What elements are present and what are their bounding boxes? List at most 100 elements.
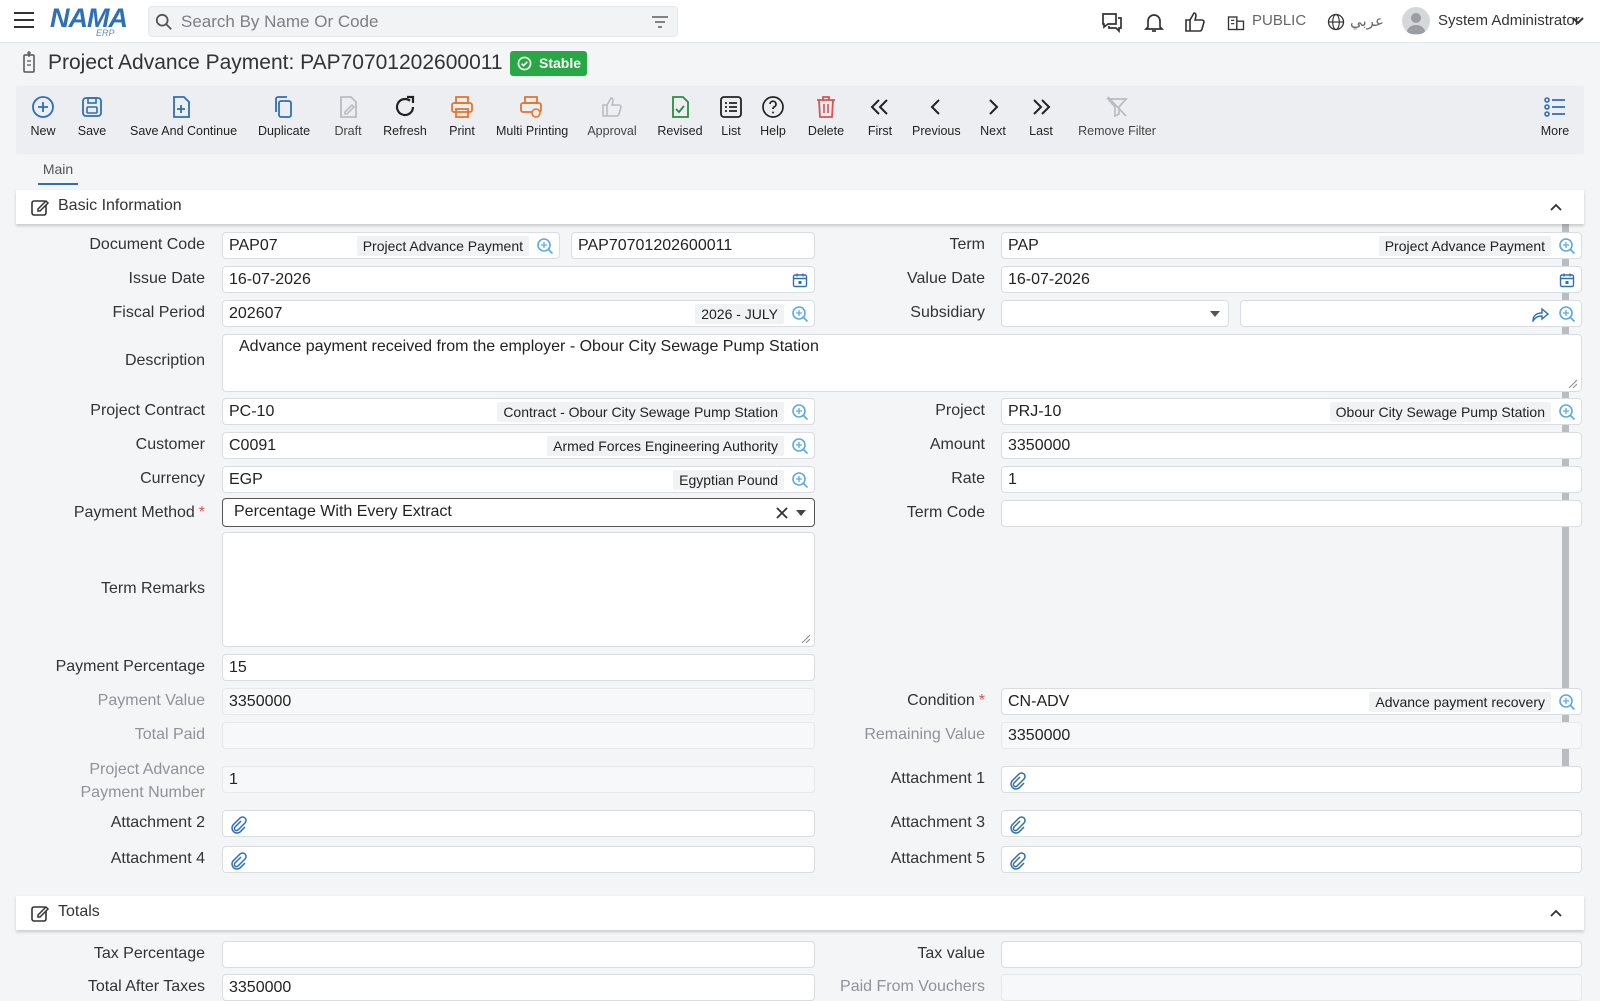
rate-label: Rate — [951, 470, 985, 487]
section-totals[interactable]: Totals — [16, 896, 1584, 930]
term-remarks-textarea[interactable] — [222, 532, 815, 647]
condition-field[interactable]: CN-ADV Advance payment recovery — [1001, 688, 1582, 715]
term-field[interactable]: PAP Project Advance Payment — [1001, 232, 1582, 259]
resize-grip-icon[interactable] — [801, 634, 810, 643]
paperclip-icon[interactable] — [229, 816, 247, 834]
project-contract-field[interactable]: PC-10 Contract - Obour City Sewage Pump … — [222, 398, 815, 425]
bell-icon[interactable] — [1142, 10, 1166, 34]
paperclip-icon[interactable] — [1008, 816, 1026, 834]
calendar-icon[interactable] — [792, 272, 808, 288]
attachment-3-field[interactable] — [1001, 810, 1582, 837]
currency-label: Currency — [140, 470, 205, 487]
tax-percentage-field[interactable] — [222, 941, 815, 968]
avatar[interactable] — [1402, 7, 1430, 35]
language-switch[interactable]: عربي — [1350, 12, 1384, 30]
paperclip-icon[interactable] — [1008, 772, 1026, 790]
save-and-continue-label: Save And Continue — [130, 124, 238, 138]
attachment-1-field[interactable] — [1001, 766, 1582, 793]
revised-button[interactable]: Revised — [656, 94, 704, 138]
thumbs-up-icon[interactable] — [1183, 10, 1207, 34]
remove-filter-button[interactable]: Remove Filter — [1076, 94, 1158, 138]
resize-grip-icon[interactable] — [1568, 379, 1577, 388]
chevrons-left-icon — [870, 99, 888, 115]
total-after-taxes-field[interactable]: 3350000 — [222, 974, 815, 1001]
chevron-up-icon[interactable] — [1548, 199, 1564, 215]
save-label: Save — [77, 124, 107, 138]
previous-button[interactable]: Previous — [912, 94, 961, 138]
duplicate-button[interactable]: Duplicate — [256, 94, 312, 138]
paperclip-icon[interactable] — [229, 852, 247, 870]
last-label: Last — [1029, 124, 1053, 138]
subsidiary-type-select[interactable] — [1001, 300, 1229, 327]
lookup-search-icon[interactable] — [791, 305, 809, 323]
payment-percentage-field[interactable]: 15 — [222, 654, 815, 681]
draft-button[interactable]: Draft — [328, 94, 368, 138]
share-icon[interactable] — [1532, 307, 1549, 322]
clear-icon[interactable] — [776, 507, 788, 519]
attachment-4-field[interactable] — [222, 846, 815, 873]
first-button[interactable]: First — [864, 94, 896, 138]
lookup-search-icon[interactable] — [536, 237, 554, 255]
lookup-search-icon[interactable] — [1558, 237, 1576, 255]
issue-date-field[interactable]: 16-07-2026 — [222, 266, 815, 293]
lookup-search-icon[interactable] — [791, 403, 809, 421]
currency-field[interactable]: EGP Egyptian Pound — [222, 466, 815, 493]
save-button[interactable]: Save — [77, 94, 107, 138]
project-label: Project — [935, 402, 985, 419]
filter-icon[interactable] — [651, 14, 669, 30]
remove-filter-label: Remove Filter — [1078, 124, 1156, 138]
lookup-search-icon[interactable] — [791, 437, 809, 455]
rate-field[interactable]: 1 — [1001, 466, 1582, 493]
term-code-field[interactable] — [1001, 500, 1582, 527]
subsidiary-field[interactable] — [1240, 300, 1582, 327]
search-input[interactable] — [179, 10, 619, 33]
tax-value-field[interactable] — [1001, 941, 1582, 968]
chevron-down-icon[interactable] — [1571, 14, 1585, 28]
payment-method-select[interactable]: Percentage With Every Extract — [222, 498, 815, 527]
document-number-field[interactable]: PAP70701202600011 — [571, 232, 815, 259]
refresh-button[interactable]: Refresh — [382, 94, 428, 138]
lookup-search-icon[interactable] — [791, 471, 809, 489]
tax-percentage-label: Tax Percentage — [93, 945, 205, 962]
logo[interactable]: NAMA ERP — [50, 4, 132, 38]
company-label[interactable]: PUBLIC — [1252, 12, 1306, 29]
delete-button[interactable]: Delete — [806, 94, 846, 138]
multi-printing-button[interactable]: Multi Printing — [496, 94, 568, 138]
next-button[interactable]: Next — [978, 94, 1008, 138]
lookup-search-icon[interactable] — [1558, 693, 1576, 711]
fiscal-period-label: Fiscal Period — [112, 304, 205, 321]
globe-icon[interactable] — [1326, 10, 1346, 34]
fiscal-period-field[interactable]: 202607 2026 - JULY — [222, 300, 815, 327]
customer-field[interactable]: C0091 Armed Forces Engineering Authority — [222, 432, 815, 459]
chevron-up-icon[interactable] — [1548, 905, 1564, 921]
status-badge: Stable — [510, 51, 587, 76]
calendar-icon[interactable] — [1559, 272, 1575, 288]
attachment-2-field[interactable] — [222, 810, 815, 837]
chat-icon[interactable] — [1100, 10, 1124, 34]
caret-down-icon[interactable] — [796, 510, 806, 517]
lookup-search-icon[interactable] — [1558, 305, 1576, 323]
menu-icon[interactable] — [14, 12, 34, 30]
list-button[interactable]: List — [716, 94, 746, 138]
paperclip-icon[interactable] — [1008, 852, 1026, 870]
lookup-search-icon[interactable] — [1558, 403, 1576, 421]
printer-icon — [451, 96, 473, 118]
more-button[interactable]: More — [1540, 94, 1570, 138]
save-and-continue-button[interactable]: Save And Continue — [130, 94, 237, 138]
approval-button[interactable]: Approval — [586, 94, 638, 138]
description-textarea[interactable]: Advance payment received from the employ… — [222, 334, 1582, 392]
help-button[interactable]: Help — [758, 94, 788, 138]
user-name[interactable]: System Administrator — [1438, 12, 1580, 29]
value-date-field[interactable]: 16-07-2026 — [1001, 266, 1582, 293]
print-button[interactable]: Print — [446, 94, 478, 138]
section-basic-information[interactable]: Basic Information — [16, 190, 1584, 224]
project-contract-desc: Contract - Obour City Sewage Pump Statio… — [497, 402, 784, 422]
document-code-field[interactable]: PAP07 Project Advance Payment — [222, 232, 560, 259]
last-button[interactable]: Last — [1026, 94, 1056, 138]
new-button[interactable]: New — [28, 94, 58, 138]
paid-from-vouchers-label: Paid From Vouchers — [840, 978, 985, 995]
attachment-5-field[interactable] — [1001, 846, 1582, 873]
project-field[interactable]: PRJ-10 Obour City Sewage Pump Station — [1001, 398, 1582, 425]
tab-main[interactable]: Main — [38, 161, 78, 185]
amount-field[interactable]: 3350000 — [1001, 432, 1582, 459]
